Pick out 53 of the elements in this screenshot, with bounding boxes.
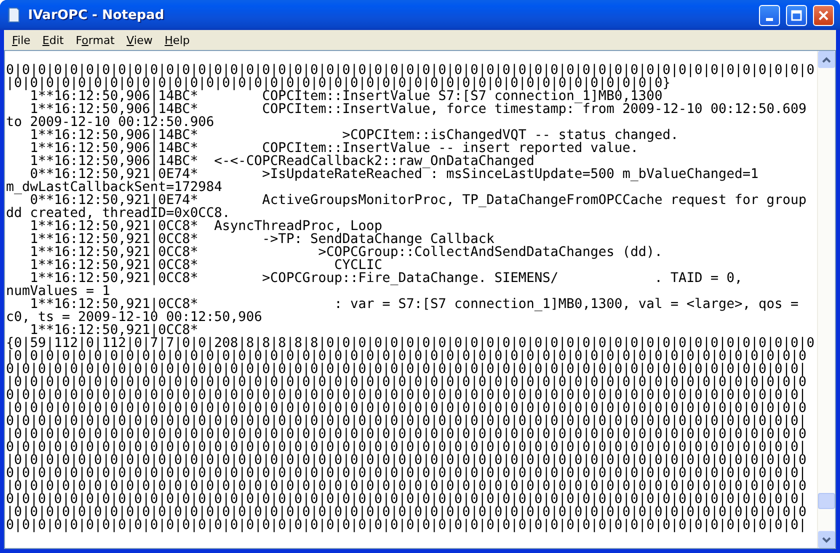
text-line: |0|0|0|0|0|0|0|0|0|0|0|0|0|0|0|0|0|0|0|0|0|0|0|0|0|0|0|0|0|0|0|0|0|0|0|0|0|0|0|0|0|0|0|0|0|0|0|0|0|0	[6, 350, 807, 363]
text-line: |0|0|0|0|0|0|0|0|0|0|0|0|0|0|0|0|0|0|0|0|0|0|0|0|0|0|0|0|0|0|0|0|0|0|0|0|0|0|0|0|0|0|0|0|0|0|0|0|0|0	[6, 480, 807, 493]
menu-item[interactable]: Help	[158, 32, 196, 48]
text-line: |0|0|0|0|0|0|0|0|0|0|0|0|0|0|0|0|0|0|0|0|0|0|0|0|0|0|0|0|0|0|0|0|0|0|0|0|0|0|0|0|0|0|0|0|0|0|0|0|0|0	[6, 376, 807, 389]
text-line: {0|59|112|0|112|0|7|7|0|0|208|8|8|8|8|8|0|0|0|0|0|0|0|0|0|0|0|0|0|0|0|0|0|0|0|0|0|0|0|0|0|0|0|0|0|0|0	[6, 337, 815, 350]
minimize-button[interactable]	[759, 4, 780, 26]
text-line: 0|0|0|0|0|0|0|0|0|0|0|0|0|0|0|0|0|0|0|0|0|0|0|0|0|0|0|0|0|0|0|0|0|0|0|0|0|0|0|0|0|0|0|0|0|0|0|0|0|0|	[6, 519, 807, 532]
text-line: |0|0|0|0|0|0|0|0|0|0|0|0|0|0|0|0|0|0|0|0|0|0|0|0|0|0|0|0|0|0|0|0|0|0|0|0|0|0|0|0|0|0|0|0|0|0|0|0|0|0	[6, 454, 807, 467]
menu-item[interactable]: File	[6, 32, 36, 48]
text-line: |0|0|0|0|0|0|0|0|0|0|0|0|0|0|0|0|0|0|0|0|0|0|0|0|0|0|0|0|0|0|0|0|0|0|0|0|0|0|0|0|0|0|0|0|0|0|0|0|0|0	[6, 402, 807, 415]
text-line: 1**16:12:50,906|14BC* >COPCItem::isChangedVQT -- status changed.	[29, 129, 678, 142]
scroll-down-button[interactable]	[818, 531, 835, 548]
text-line: c0, ts = 2009-12-10 00:12:50,906	[6, 311, 262, 324]
vertical-scrollbar[interactable]	[817, 51, 835, 548]
text-line: 1**16:12:50,906|14BC* COPCItem::InsertValue S7:[S7 connection_1]MB0,1300	[30, 90, 662, 103]
maximize-icon	[791, 10, 802, 20]
text-line: 1**16:12:50,921|0CC8* CYCLIC	[29, 259, 382, 272]
scroll-thumb[interactable]	[818, 493, 835, 509]
text-line: |0|0|0|0|0|0|0|0|0|0|0|0|0|0|0|0|0|0|0|0|0|0|0|0|0|0|0|0|0|0|0|0|0|0|0|0|0|0|0|0|0|0|0|0|0|0|0|0|0|0	[6, 506, 807, 519]
text-line: 1**16:12:50,906|14BC* <-<-COPCReadCallback2::raw_OnDataChanged	[29, 155, 534, 168]
text-line: 1**16:12:50,906|14BC* COPCItem::InsertValue, force timestamp: from 2009-12-10 00:12:50.609	[29, 103, 807, 116]
text-line: dd created, threadID=0x0CC8.	[6, 207, 230, 220]
text-line: 0|0|0|0|0|0|0|0|0|0|0|0|0|0|0|0|0|0|0|0|0|0|0|0|0|0|0|0|0|0|0|0|0|0|0|0|0|0|0|0|0|0|0|0|0|0|0|0|0|0|	[6, 363, 807, 376]
text-line: 1**16:12:50,906|14BC* COPCItem::InsertValue -- insert reported value.	[29, 142, 638, 155]
close-button[interactable]	[813, 4, 834, 26]
text-line: |0|0|0|0|0|0|0|0|0|0|0|0|0|0|0|0|0|0|0|0|0|0|0|0|0|0|0|0|0|0|0|0|0|0|0|0|0|0|0|0|0}	[6, 77, 670, 90]
menu-item[interactable]: Edit	[36, 32, 70, 48]
maximize-button[interactable]	[786, 4, 807, 26]
text-line: m_dwLastCallbackSent=172984	[6, 181, 222, 194]
text-line: 1**16:12:50,921|0CC8*	[30, 324, 198, 337]
text-line: to 2009-12-10 00:12:50.906	[6, 116, 214, 129]
text-line: numValues = 1	[6, 285, 110, 298]
text-line: 0|0|0|0|0|0|0|0|0|0|0|0|0|0|0|0|0|0|0|0|0|0|0|0|0|0|0|0|0|0|0|0|0|0|0|0|0|0|0|0|0|0|0|0|0|0|0|0|0|0|	[6, 467, 807, 480]
text-line: 0|0|0|0|0|0|0|0|0|0|0|0|0|0|0|0|0|0|0|0|0|0|0|0|0|0|0|0|0|0|0|0|0|0|0|0|0|0|0|0|0|0|0|0|0|0|0|0|0|0|	[6, 415, 807, 428]
text-line: 1**16:12:50,921|0CC8* ->TP: SendDataChange Callback	[29, 233, 494, 246]
notepad-icon	[6, 7, 22, 23]
text-line: 0|0|0|0|0|0|0|0|0|0|0|0|0|0|0|0|0|0|0|0|0|0|0|0|0|0|0|0|0|0|0|0|0|0|0|0|0|0|0|0|0|0|0|0|0|0|0|0|0|0|	[6, 493, 807, 506]
text-line: 0|0|0|0|0|0|0|0|0|0|0|0|0|0|0|0|0|0|0|0|0|0|0|0|0|0|0|0|0|0|0|0|0|0|0|0|0|0|0|0|0|0|0|0|0|0|0|0|0|0|0	[6, 64, 815, 77]
text-line: 0**16:12:50,921|0E74* >IsUpdateRateReached : msSinceLastUpdate=500 m_bValueChanged=1	[30, 168, 759, 181]
text-line: 0|0|0|0|0|0|0|0|0|0|0|0|0|0|0|0|0|0|0|0|0|0|0|0|0|0|0|0|0|0|0|0|0|0|0|0|0|0|0|0|0|0|0|0|0|0|0|0|0|0|	[6, 441, 807, 454]
menu-item[interactable]: Format	[70, 32, 121, 48]
window-title: IVarOPC - Notepad	[28, 8, 166, 22]
close-icon	[818, 10, 829, 20]
menu-item[interactable]: View	[120, 32, 159, 48]
text-line: |0|0|0|0|0|0|0|0|0|0|0|0|0|0|0|0|0|0|0|0|0|0|0|0|0|0|0|0|0|0|0|0|0|0|0|0|0|0|0|0|0|0|0|0|0|0|0|0|0|0	[6, 428, 807, 441]
text-line: 1**16:12:50,921|0CC8* : var = S7:[S7 connection_1]MB0,1300, val = <large>, qos =	[29, 298, 799, 311]
text-line: 0|0|0|0|0|0|0|0|0|0|0|0|0|0|0|0|0|0|0|0|0|0|0|0|0|0|0|0|0|0|0|0|0|0|0|0|0|0|0|0|0|0|0|0|0|0|0|0|0|0|	[6, 389, 807, 402]
minimize-icon	[766, 18, 773, 20]
text-line: 1**16:12:50,921|0CC8* >COPCGroup::Fire_DataChange. SIEMENS/ . TAID = 0,	[30, 272, 742, 285]
text-line: 1**16:12:50,921|0CC8* AsyncThreadProc, Loop	[29, 220, 382, 233]
text-line: 0**16:12:50,921|0E74* ActiveGroupsMonitorProc, TP_DataChangeFromOPCCache request for group	[30, 194, 807, 207]
text-line: 1**16:12:50,921|0CC8* >COPCGroup::CollectAndSendDataChanges (dd).	[29, 246, 662, 259]
scroll-up-button[interactable]	[818, 51, 835, 68]
